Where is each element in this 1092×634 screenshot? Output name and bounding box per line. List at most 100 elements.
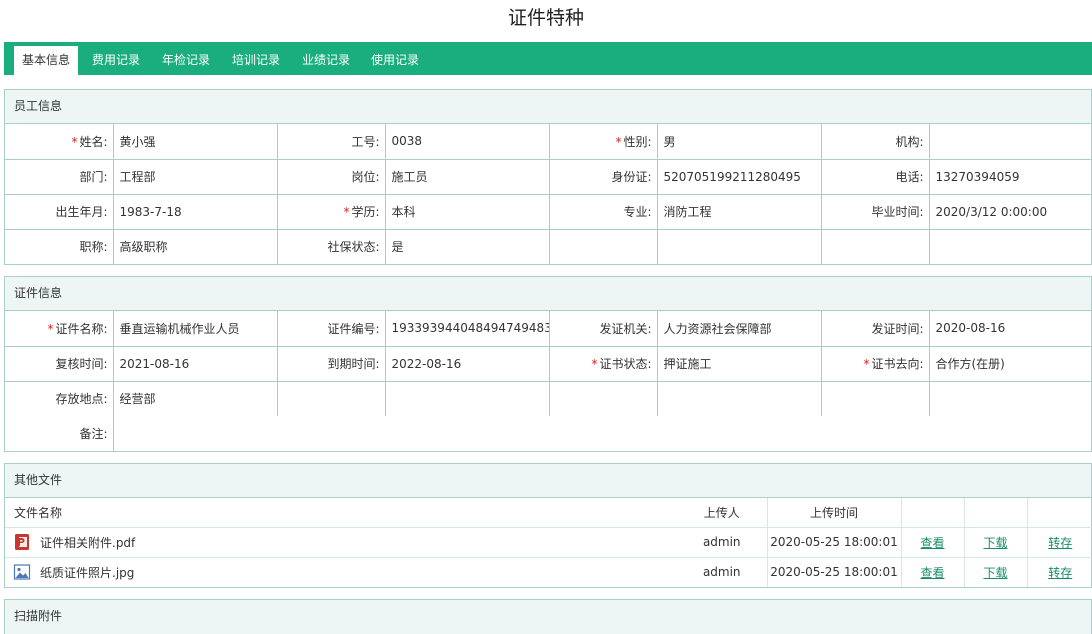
field-label <box>548 380 658 416</box>
field-label-text: 姓名: <box>79 134 108 149</box>
tab-expense-records[interactable]: 费用记录 <box>84 46 148 75</box>
field-value <box>928 228 1092 264</box>
field-label-text: 性别: <box>623 134 652 149</box>
employee-info-section: 员工信息 * 姓名: 黄小强 工号: 0038 * 性别: 男机构: 部门: 工程部 岗位: 施工员身… <box>4 89 1092 265</box>
field-value <box>928 124 1092 160</box>
column-header-empty <box>1026 498 1092 527</box>
certificate-info-section: 证件信息 * 证件名称: 垂直运输机械作业人员 证件编号: 19339394404849… <box>4 276 1092 452</box>
save-file-link[interactable]: 转存 <box>1048 566 1072 580</box>
field-label-text: 证书状态: <box>599 357 652 371</box>
field-label-text: 复核时间: <box>55 357 108 371</box>
field-label-text: 出生年月: <box>55 205 108 219</box>
required-marker: * <box>47 321 54 336</box>
field-value: 是 <box>384 228 550 264</box>
form-row: 复核时间: 2021-08-16 到期时间: 2022-08-16 * 证书状态: 押证施工… <box>5 345 1092 382</box>
file-name: 纸质证件照片.jpg <box>40 565 135 580</box>
field-label: 专业: <box>548 193 658 230</box>
field-value: 2020/3/12 0:00:00 <box>928 193 1092 230</box>
field-label-text: 发证时间: <box>871 321 924 336</box>
field-label-text: 证件编号: <box>327 321 380 336</box>
field-label-text: 毕业时间: <box>871 205 924 219</box>
field-value: 193393944048494749483 <box>384 311 550 347</box>
field-label <box>820 228 930 264</box>
field-label-text: 存放地点: <box>55 392 108 407</box>
field-label-text: 证件名称: <box>55 321 108 336</box>
field-label-text: 身份证: <box>611 170 652 184</box>
field-label: * 姓名: <box>5 124 114 160</box>
tab-inspection-records[interactable]: 年检记录 <box>154 46 218 75</box>
tab-basic-info[interactable]: 基本信息 <box>14 46 78 75</box>
field-value <box>384 380 550 416</box>
page-title: 证件特种 <box>507 7 584 29</box>
field-value: 2021-08-16 <box>112 345 278 382</box>
field-label: 电话: <box>820 158 930 195</box>
field-label-text: 工号: <box>351 134 380 149</box>
field-label <box>548 228 658 264</box>
form-row: 部门: 工程部 岗位: 施工员 身份证: 520705199211280495 电话: 132… <box>5 158 1092 195</box>
save-file-link[interactable]: 转存 <box>1048 536 1072 550</box>
field-label: 证件编号: <box>276 311 386 347</box>
field-label: 到期时间: <box>276 345 386 382</box>
field-label: 出生年月: <box>5 193 114 230</box>
file-name-cell: 证件相关附件.pdf <box>5 526 677 557</box>
field-value: 2020-08-16 <box>928 311 1092 347</box>
remark-label: 备注: <box>5 416 114 451</box>
field-value: 高级职称 <box>112 228 278 264</box>
file-upload-time: 2020-05-25 18:00:01 <box>766 526 901 557</box>
field-value: 合作方(在册) <box>928 345 1092 382</box>
field-label: 毕业时间: <box>820 193 930 230</box>
section-header: 其他文件 <box>5 464 1091 498</box>
field-value: 520705199211280495 <box>656 158 822 195</box>
field-label-text: 部门: <box>79 170 108 184</box>
field-value: 黄小强 <box>112 124 278 160</box>
field-value: 本科 <box>384 193 550 230</box>
form-row: 出生年月: 1983-7-18 * 学历: 本科 专业: 消防工程 毕业时间: 2020/3/1… <box>5 193 1092 230</box>
field-label: * 证件名称: <box>5 311 114 347</box>
download-file-link[interactable]: 下载 <box>983 536 1007 550</box>
field-value: 消防工程 <box>656 193 822 230</box>
image-file-icon <box>13 563 31 581</box>
required-marker: * <box>343 205 350 219</box>
column-header-upload-time: 上传时间 <box>766 498 901 527</box>
field-label-text: 学历: <box>351 205 380 219</box>
field-value <box>656 228 822 264</box>
field-label-text: 岗位: <box>351 170 380 184</box>
file-uploader: admin <box>677 526 767 557</box>
field-value: 经营部 <box>112 380 278 416</box>
column-header-empty <box>900 498 964 527</box>
section-header: 证件信息 <box>5 277 1091 311</box>
field-value: 1983-7-18 <box>112 193 278 230</box>
field-label: 发证时间: <box>820 311 930 347</box>
field-label-text: 电话: <box>895 170 924 184</box>
field-label: * 学历: <box>276 193 386 230</box>
tab-training-records[interactable]: 培训记录 <box>224 46 288 75</box>
field-label: 身份证: <box>548 158 658 195</box>
files-table-header: 文件名称 上传人 上传时间 <box>5 498 1092 527</box>
form-row: 备注: <box>5 416 1092 451</box>
employee-info-table: * 姓名: 黄小强 工号: 0038 * 性别: 男机构: 部门: 工程部 岗位: 施工员 身份证: 52… <box>5 124 1092 264</box>
field-label: 职称: <box>5 228 114 264</box>
field-value: 13270394059 <box>928 158 1092 195</box>
field-label: 工号: <box>276 124 386 160</box>
required-marker: * <box>615 134 622 149</box>
field-value: 垂直运输机械作业人员 <box>112 311 278 347</box>
form-row: 存放地点: 经营部 <box>5 380 1092 416</box>
view-file-link[interactable]: 查看 <box>920 566 944 580</box>
field-label: * 证书去向: <box>820 345 930 382</box>
pdf-file-icon <box>13 533 31 551</box>
field-value: 押证施工 <box>656 345 822 382</box>
field-value <box>656 380 822 416</box>
tab-performance-records[interactable]: 业绩记录 <box>294 46 358 75</box>
field-label <box>276 380 386 416</box>
field-value: 人力资源社会保障部 <box>656 311 822 347</box>
view-file-link[interactable]: 查看 <box>920 536 944 550</box>
required-marker: * <box>71 134 78 149</box>
tab-usage-records[interactable]: 使用记录 <box>363 46 427 75</box>
download-file-link[interactable]: 下载 <box>983 566 1007 580</box>
field-label: 社保状态: <box>276 228 386 264</box>
field-label-text: 证书去向: <box>871 357 924 371</box>
remark-field[interactable] <box>112 416 1092 451</box>
field-label-text: 职称: <box>79 240 108 255</box>
column-header-uploader: 上传人 <box>703 505 740 520</box>
files-table: 文件名称 上传人 上传时间 证件相关附件.pdf admin 2020-05-25 … <box>5 498 1092 587</box>
